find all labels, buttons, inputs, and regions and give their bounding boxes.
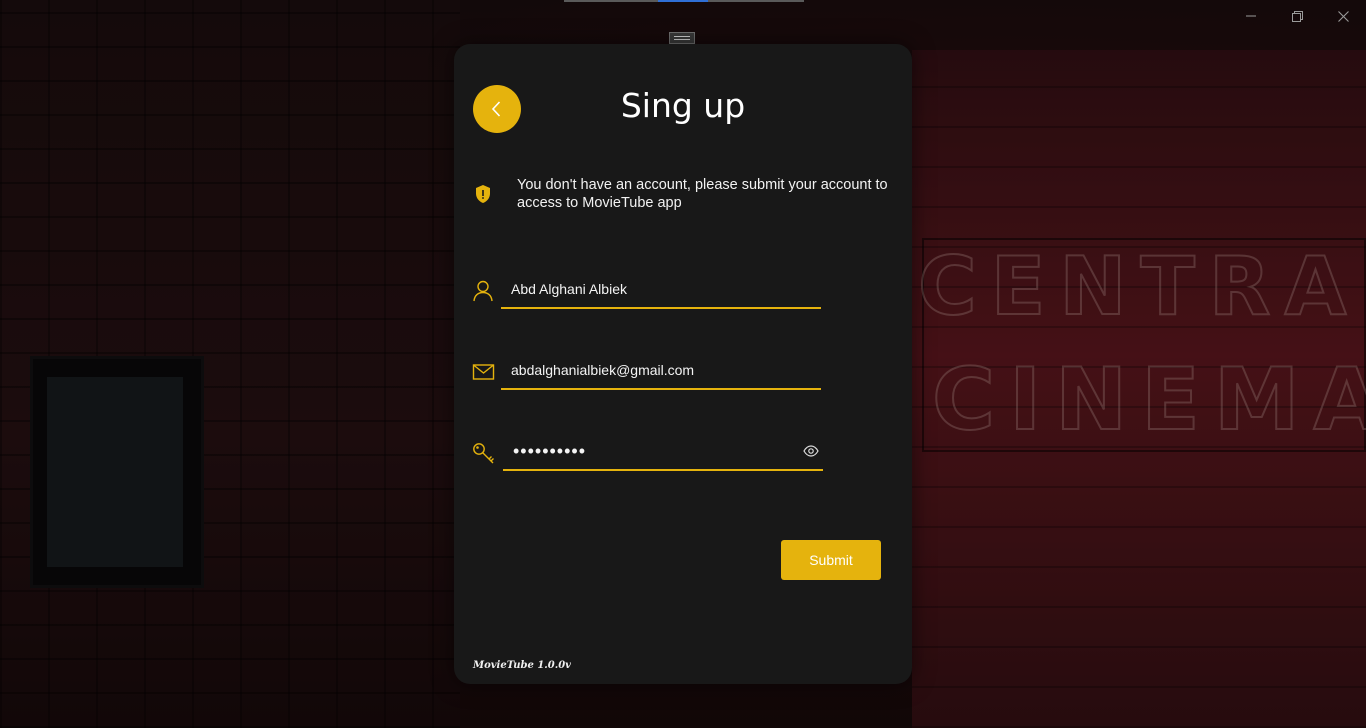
- drag-handle[interactable]: [669, 32, 695, 44]
- info-text: You don't have an account, please submit…: [517, 177, 888, 211]
- title-bar-indicator: [564, 0, 804, 2]
- key-icon: [473, 443, 494, 464]
- restore-icon[interactable]: [1274, 0, 1320, 32]
- name-input[interactable]: [501, 271, 821, 307]
- password-input[interactable]: [503, 433, 823, 469]
- window-controls: [1228, 0, 1366, 32]
- minimize-icon[interactable]: [1228, 0, 1274, 32]
- info-message: You don't have an account, please submit…: [474, 176, 894, 212]
- password-input-wrap: [503, 433, 823, 471]
- shield-icon: [476, 185, 490, 203]
- user-icon: [473, 280, 493, 302]
- email-input[interactable]: [501, 352, 821, 388]
- close-icon[interactable]: [1320, 0, 1366, 32]
- signup-card: Sing up You don't have an account, pleas…: [454, 44, 912, 684]
- name-input-wrap: [501, 271, 821, 309]
- page-title: Sing up: [620, 86, 746, 125]
- app-version: MovieTube 1.0.0v: [473, 660, 571, 671]
- email-input-wrap: [501, 352, 821, 390]
- eye-icon[interactable]: [803, 445, 819, 457]
- mail-icon: [472, 364, 495, 380]
- submit-button[interactable]: Submit: [781, 540, 881, 580]
